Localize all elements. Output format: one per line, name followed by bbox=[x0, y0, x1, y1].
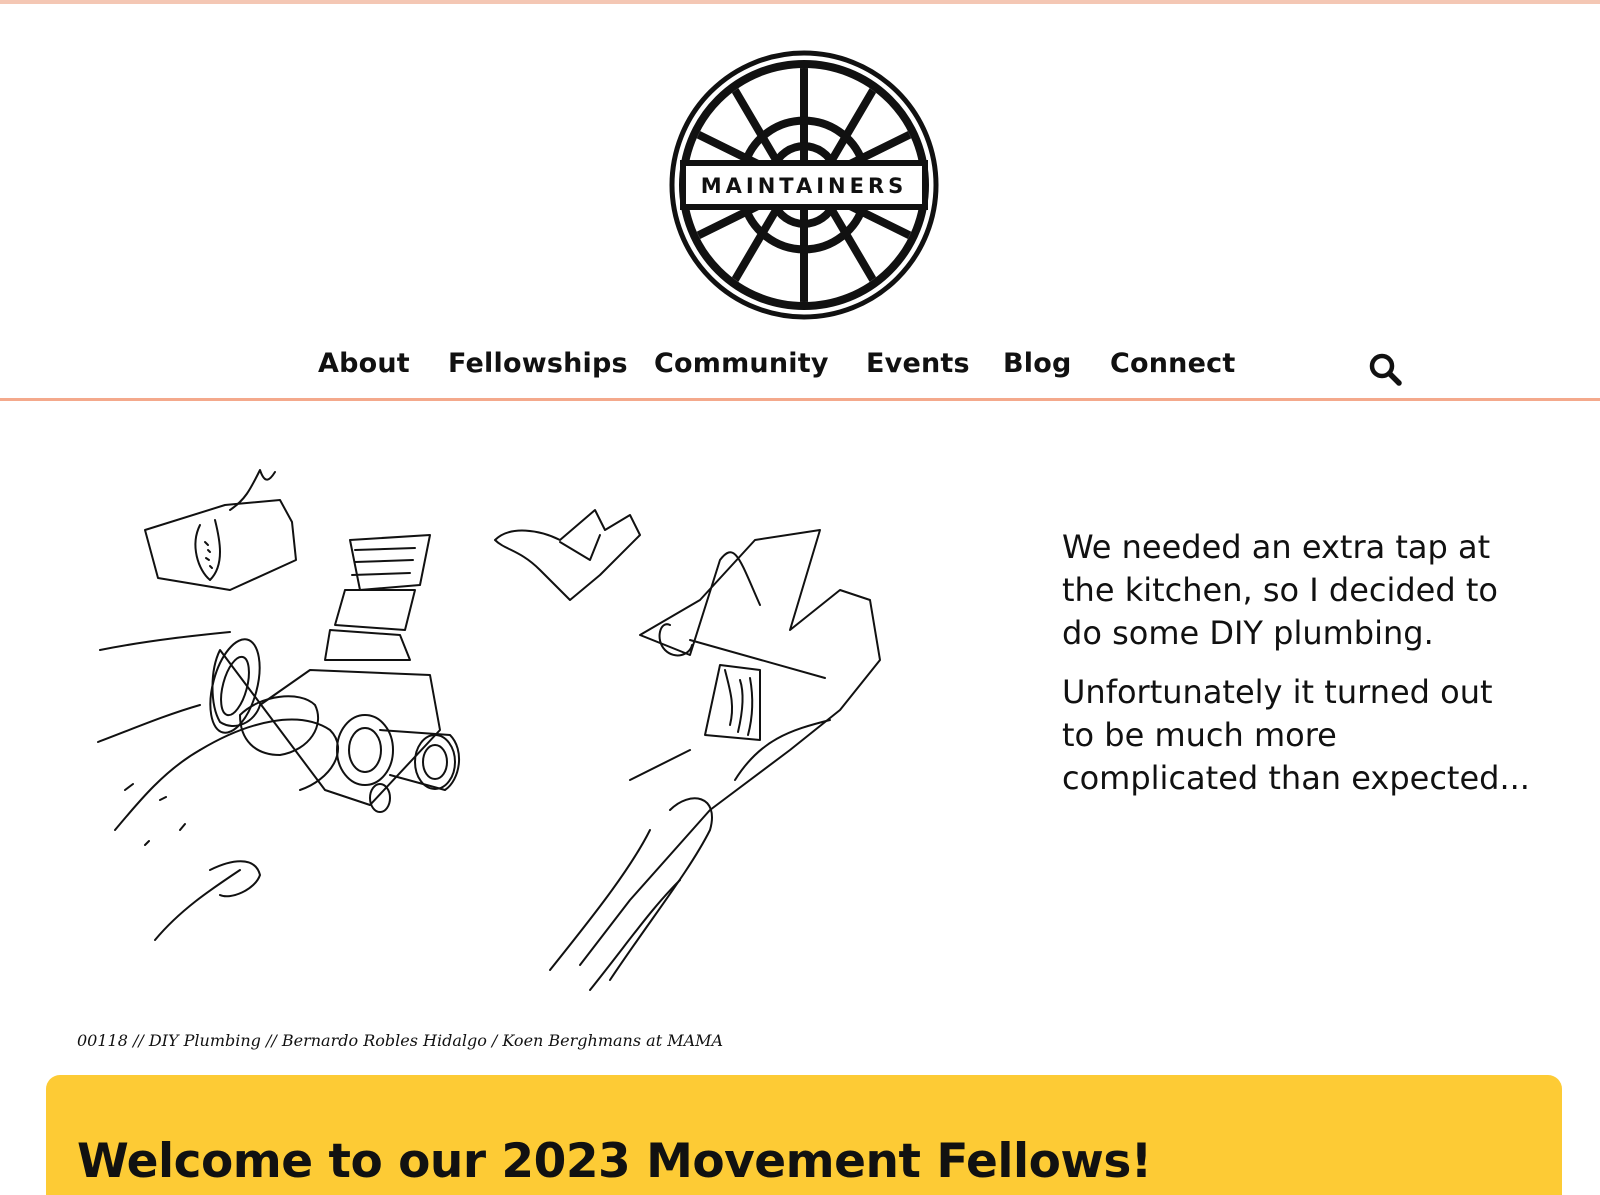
nav-item-events[interactable]: Events bbox=[866, 348, 970, 379]
nav-item-about[interactable]: About bbox=[318, 348, 410, 379]
nav-item-blog[interactable]: Blog bbox=[1003, 348, 1072, 379]
maintainers-logo[interactable]: MAINTAINERS bbox=[669, 50, 939, 320]
hero-paragraph: We needed an extra tap at the kitchen, s… bbox=[1062, 528, 1498, 652]
logo-emblem-icon: MAINTAINERS bbox=[669, 50, 939, 320]
hero-illustration bbox=[70, 450, 1000, 1040]
nav-divider bbox=[0, 398, 1600, 401]
image-caption: 00118 // DIY Plumbing // Bernardo Robles… bbox=[77, 1031, 724, 1050]
banner-title: Welcome to our 2023 Movement Fellows! bbox=[77, 1134, 1152, 1189]
main-navigation: About Fellowships Community Events Blog … bbox=[0, 340, 1600, 400]
plumbing-drawing-icon bbox=[97, 469, 881, 991]
fellows-banner: Welcome to our 2023 Movement Fellows! bbox=[46, 1075, 1562, 1195]
nav-item-fellowships[interactable]: Fellowships bbox=[448, 348, 628, 379]
top-border bbox=[0, 0, 1600, 4]
nav-item-connect[interactable]: Connect bbox=[1110, 348, 1235, 379]
logo-text: MAINTAINERS bbox=[701, 174, 908, 198]
search-button[interactable] bbox=[1366, 350, 1406, 390]
hero-description: We needed an extra tap at the kitchen, s… bbox=[1062, 526, 1532, 816]
hero-paragraph: Unfortunately it turned out to be much m… bbox=[1062, 673, 1530, 797]
nav-item-community[interactable]: Community bbox=[654, 348, 829, 379]
search-icon bbox=[1369, 353, 1402, 386]
